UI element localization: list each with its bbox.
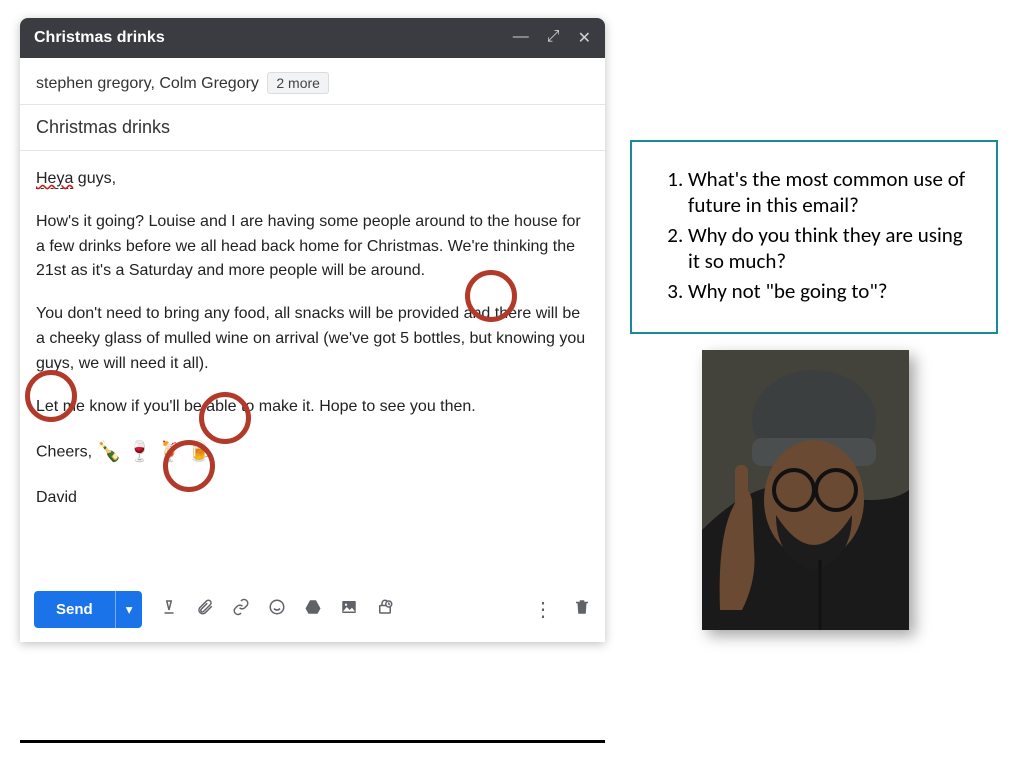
- confidential-icon[interactable]: [376, 598, 394, 621]
- send-button[interactable]: Send: [34, 591, 115, 628]
- recipients-text: stephen gregory, Colm Gregory: [36, 75, 259, 92]
- minimize-icon[interactable]: —: [513, 28, 529, 48]
- question-list: What's the most common use of future in …: [662, 166, 978, 304]
- close-icon[interactable]: ✕: [578, 28, 591, 48]
- greeting-rest: guys,: [73, 170, 116, 187]
- subject-row[interactable]: Christmas drinks: [20, 105, 605, 151]
- send-dropdown-button[interactable]: ▾: [115, 591, 143, 628]
- send-button-group: Send ▾: [34, 591, 142, 628]
- window-controls: — ⤢ ✕: [513, 28, 591, 48]
- toolbar-right: ⋮: [533, 597, 591, 622]
- drive-icon[interactable]: [304, 598, 322, 621]
- compose-window: Christmas drinks — ⤢ ✕ stephen gregory, …: [20, 18, 605, 642]
- format-icon[interactable]: [160, 598, 178, 621]
- email-body[interactable]: Heya guys, How's it going? Louise and I …: [20, 151, 605, 581]
- question-1: What's the most common use of future in …: [688, 166, 978, 218]
- body-paragraph-1: How's it going? Louise and I are having …: [36, 210, 589, 284]
- format-tools: [160, 598, 394, 621]
- signature: David: [36, 486, 589, 511]
- question-3: Why not "be going to"?: [688, 278, 978, 304]
- attach-icon[interactable]: [196, 598, 214, 621]
- subject-text: Christmas drinks: [36, 117, 170, 137]
- body-paragraph-2: You don't need to bring any food, all sn…: [36, 302, 589, 376]
- signoff-label: Cheers,: [36, 444, 92, 461]
- compose-toolbar: Send ▾: [20, 581, 605, 642]
- body-paragraph-3: Let me know if you'll be able to make it…: [36, 395, 589, 420]
- signoff-emojis: 🍾 🍷 🍹 🍺: [96, 441, 212, 463]
- window-title: Christmas drinks: [34, 29, 165, 47]
- recipients-row[interactable]: stephen gregory, Colm Gregory 2 more: [20, 58, 605, 105]
- more-options-icon[interactable]: ⋮: [533, 597, 553, 622]
- title-bar: Christmas drinks — ⤢ ✕: [20, 18, 605, 58]
- link-icon[interactable]: [232, 598, 250, 621]
- signoff-line: Cheers, 🍾 🍷 🍹 🍺: [36, 437, 589, 468]
- trash-icon[interactable]: [573, 598, 591, 621]
- slide-underline: [20, 740, 605, 743]
- expand-icon[interactable]: ⤢: [547, 28, 560, 48]
- more-recipients-chip[interactable]: 2 more: [267, 72, 329, 94]
- question-box: What's the most common use of future in …: [630, 140, 998, 334]
- image-icon[interactable]: [340, 598, 358, 621]
- photo: [702, 350, 909, 630]
- emoji-icon[interactable]: [268, 598, 286, 621]
- greeting-line: Heya guys,: [36, 167, 589, 192]
- greeting-word: Heya: [36, 170, 73, 189]
- question-2: Why do you think they are using it so mu…: [688, 222, 978, 274]
